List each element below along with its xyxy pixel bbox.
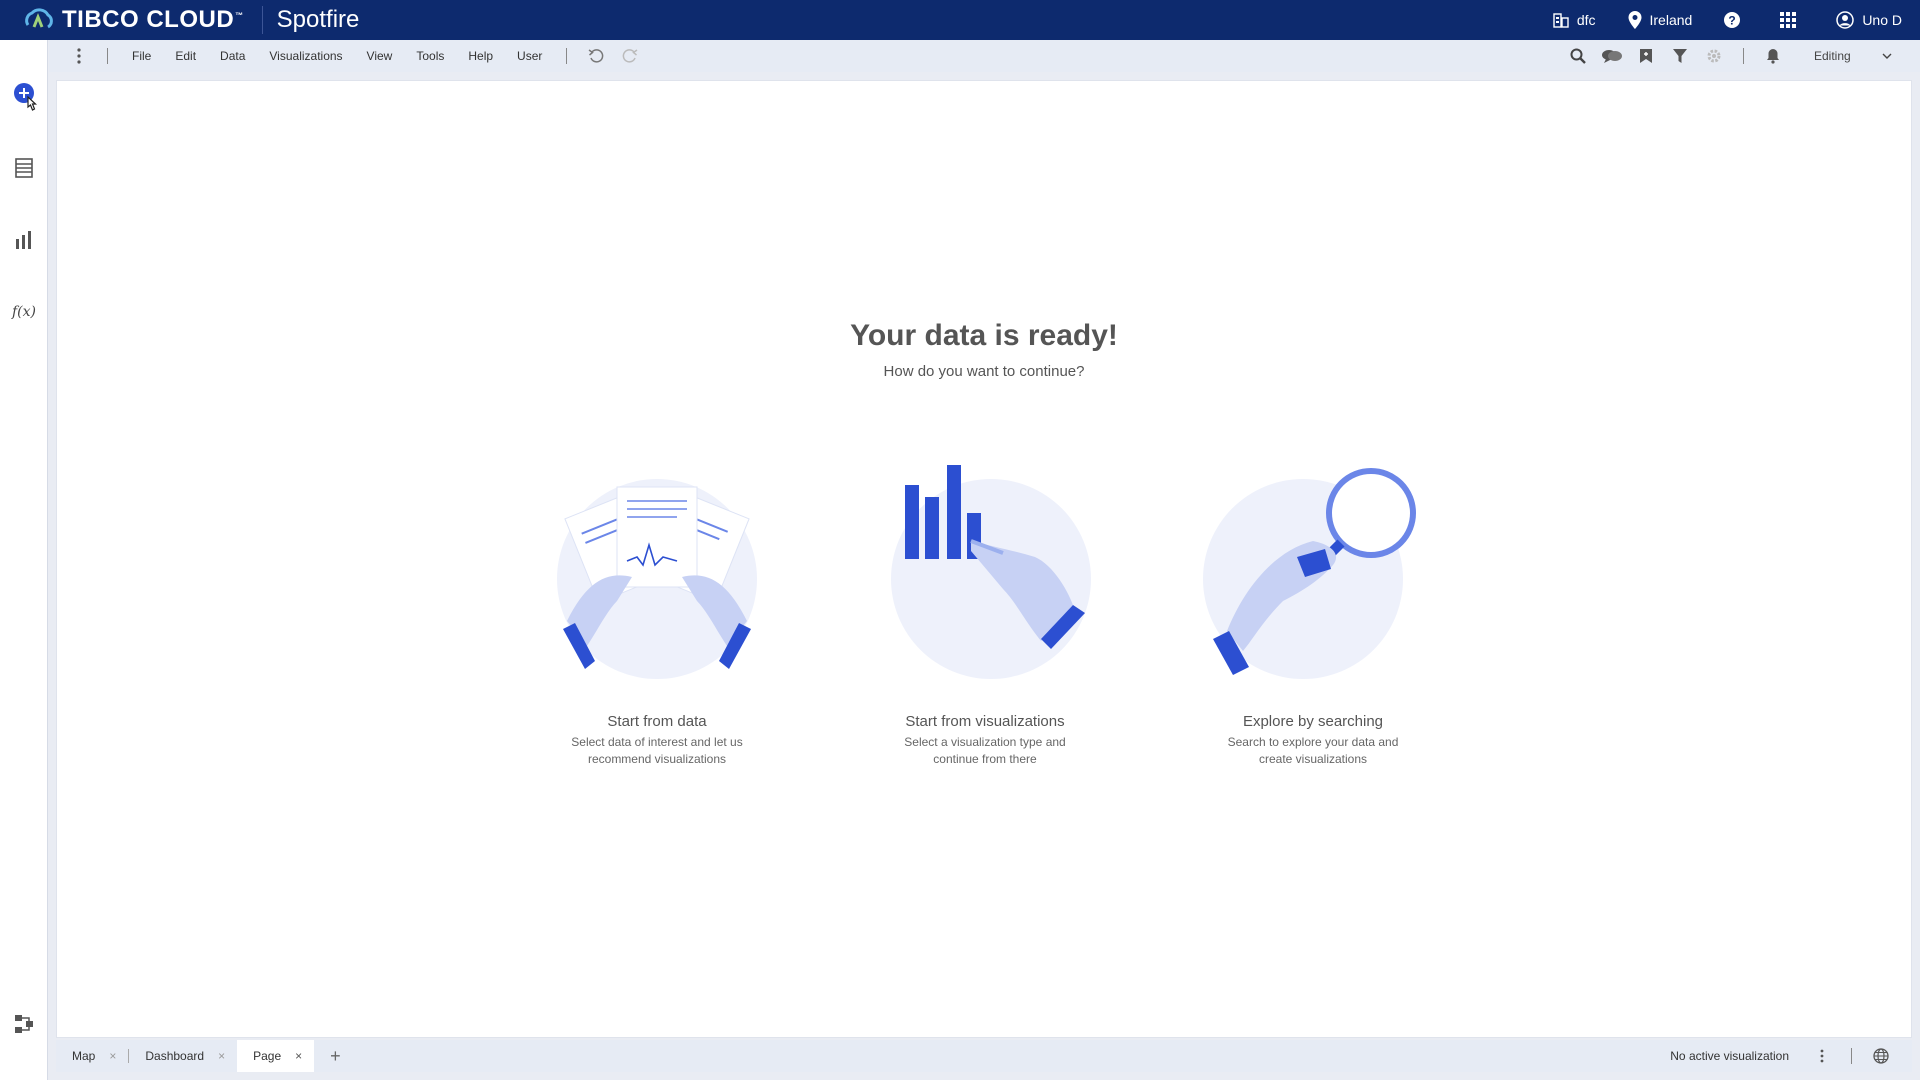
option-title: Start from data [607,713,707,730]
visualizations-button[interactable] [8,224,40,256]
status-text: No active visualization [1670,1049,1789,1063]
data-canvas-icon [15,1015,33,1033]
documents-illustration [537,461,777,681]
mode-value: Editing [1814,49,1851,63]
redo-button[interactable] [613,48,647,64]
page-tab-page[interactable]: Page × [237,1040,315,1072]
location-pin-icon [1628,11,1641,29]
comments-icon [1602,50,1622,63]
calculations-button[interactable]: f(x) [8,296,40,328]
bar-chart-illustration [865,461,1105,681]
page-tab-dashboard[interactable]: Dashboard × [129,1040,237,1072]
notifications-button[interactable] [1756,48,1790,64]
globe-icon [1873,1048,1889,1064]
explore-by-searching-option[interactable]: Explore by searching Search to explore y… [1163,461,1463,768]
brand: TIBCO CLOUD™ Spotfire [0,0,359,40]
org-name: dfc [1576,12,1596,28]
building-icon [1553,13,1569,28]
menu-bar: File Edit Data Visualizations View Tools… [49,40,1920,72]
menu-user[interactable]: User [505,49,554,63]
vertical-dots-icon [77,48,81,64]
data-table-button[interactable] [8,152,40,184]
data-table-icon [15,158,33,178]
page-tab-bar: Map × Dashboard × Page × + No active vis… [56,1040,1912,1072]
page-subtitle: How do you want to continue? [883,363,1085,380]
settings-button[interactable] [1697,48,1731,64]
status-more-button[interactable] [1805,1049,1839,1063]
function-icon: f(x) [11,304,36,320]
search-button[interactable] [1561,48,1595,64]
option-title: Explore by searching [1242,713,1384,730]
page-tab-label: Map [72,1049,96,1063]
filters-button[interactable] [1663,48,1697,64]
menu-tools[interactable]: Tools [404,49,456,63]
page-title: Your data is ready! [850,319,1118,352]
undo-icon [588,49,604,63]
org-selector[interactable]: dfc [1553,12,1596,28]
analysis-canvas: Your data is ready! How do you want to c… [56,80,1912,1038]
start-from-visualizations-option[interactable]: Start from visualizations Select a visua… [835,461,1135,768]
add-circle-icon [14,83,38,111]
menu-view[interactable]: View [355,49,405,63]
language-button[interactable] [1864,1048,1898,1064]
menu-help[interactable]: Help [456,49,505,63]
mode-dropdown[interactable]: Editing [1806,45,1900,67]
close-icon[interactable]: × [109,1049,116,1063]
add-page-button[interactable]: + [314,1046,357,1067]
bell-icon [1767,49,1779,64]
plus-icon: + [330,1045,341,1066]
brand-name: TIBCO CLOUD™ [62,6,244,33]
app-launcher-button[interactable] [1780,12,1804,28]
option-description: Select data of interest and let us recomm… [571,735,743,766]
bookmarks-button[interactable] [1629,48,1663,64]
magnifier-illustration [1193,461,1433,681]
tibco-logo-icon [22,7,56,33]
close-icon[interactable]: × [218,1049,225,1063]
user-icon [1836,11,1855,29]
help-button[interactable]: ? [1724,12,1748,28]
page-tab-label: Dashboard [145,1049,205,1063]
add-data-button[interactable] [8,80,40,112]
help-icon: ? [1724,12,1741,28]
svg-text:?: ? [1729,14,1736,28]
chevron-down-icon [1882,53,1892,59]
start-from-data-option[interactable]: Start from data Select data of interest … [507,461,807,768]
redo-icon [623,49,638,63]
data-canvas-button[interactable] [8,1008,40,1040]
page-tab-map[interactable]: Map × [56,1040,128,1072]
undo-button[interactable] [579,48,613,64]
filter-icon [1673,49,1687,63]
app-title: Spotfire [276,6,360,33]
page-tab-label: Page [253,1049,282,1063]
user-name: Uno D [1862,12,1902,28]
option-description: Select a visualization type and continue … [904,735,1066,766]
close-icon[interactable]: × [295,1049,302,1063]
left-rail: f(x) [0,40,48,1080]
menu-visualizations[interactable]: Visualizations [257,49,354,63]
menu-file[interactable]: File [120,49,163,63]
region-name: Ireland [1649,12,1693,28]
grid-icon [1780,12,1797,28]
user-menu[interactable]: Uno D [1836,11,1902,29]
vertical-dots-icon [1820,1049,1824,1063]
collaboration-button[interactable] [1595,48,1629,64]
more-options-button[interactable] [63,48,95,64]
bar-chart-icon [16,231,31,249]
top-bar: TIBCO CLOUD™ Spotfire dfc Ireland ? Uno … [0,0,1920,40]
option-description: Search to explore your data and create vi… [1227,735,1399,766]
option-title: Start from visualizations [905,713,1065,730]
search-icon [1570,48,1586,64]
menu-data[interactable]: Data [208,49,257,63]
bookmark-icon [1640,49,1652,63]
gear-icon [1707,49,1721,63]
region-selector[interactable]: Ireland [1628,11,1693,29]
menu-edit[interactable]: Edit [163,49,208,63]
